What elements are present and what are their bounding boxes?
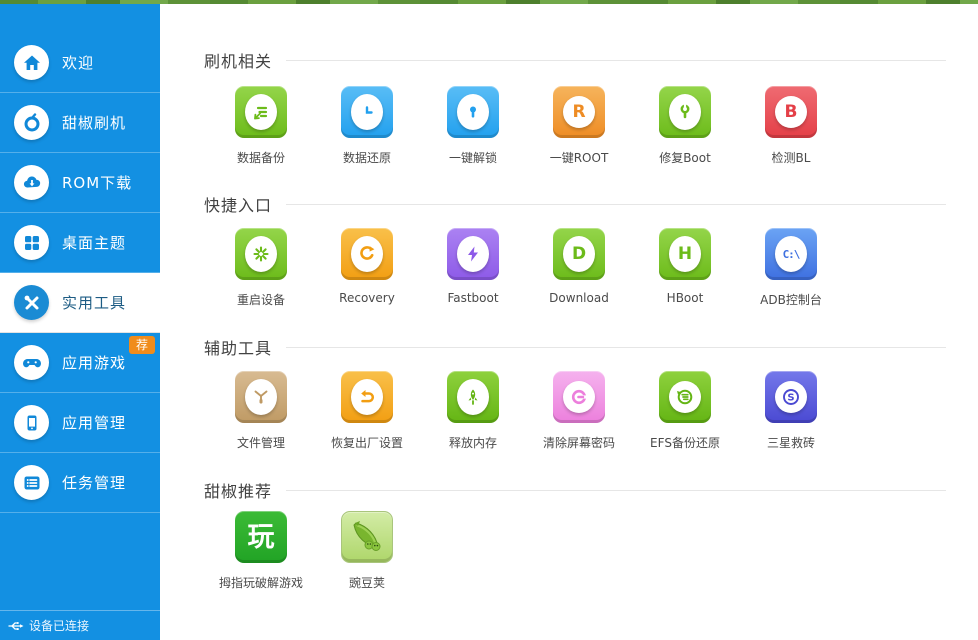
efs-backup-icon bbox=[669, 381, 701, 413]
sidebar-item-flash-tool[interactable]: 甜椒刷机 bbox=[0, 93, 160, 153]
rom-download-icon bbox=[14, 165, 49, 200]
one-key-root-icon: R bbox=[563, 96, 595, 128]
sidebar: 欢迎 甜椒刷机 ROM下载 桌面主题 实用工具 应用游戏 荐 应用管理 任务管理… bbox=[0, 4, 160, 640]
section-divider bbox=[286, 346, 946, 348]
muzhiwan-icon: 玩 bbox=[235, 511, 287, 563]
desktop-theme-icon bbox=[14, 225, 49, 260]
adb-console-icon: C:\ bbox=[775, 236, 807, 272]
recommended-badge: 荐 bbox=[128, 336, 155, 354]
tool-fix-boot[interactable]: 修复Boot bbox=[632, 86, 738, 166]
clear-password-icon bbox=[563, 381, 595, 413]
sidebar-item-label: 欢迎 bbox=[62, 54, 95, 72]
wandoujia-icon bbox=[341, 511, 393, 563]
section-header-quick-entry: 快捷入口 bbox=[204, 192, 946, 216]
sidebar-item-utilities[interactable]: 实用工具 bbox=[0, 273, 160, 333]
fix-boot-icon bbox=[669, 94, 701, 130]
file-manage-icon bbox=[245, 379, 277, 415]
free-memory-icon bbox=[457, 379, 489, 415]
recovery-mode-icon bbox=[351, 236, 383, 272]
tool-adb-console[interactable]: C:\ ADB控制台 bbox=[738, 228, 844, 308]
sidebar-nav: 欢迎 甜椒刷机 ROM下载 桌面主题 实用工具 应用游戏 荐 应用管理 任务管理 bbox=[0, 33, 160, 513]
section-title: 刷机相关 bbox=[204, 52, 273, 71]
utilities-icon bbox=[14, 285, 49, 320]
tool-efs-backup[interactable]: EFS备份还原 bbox=[632, 371, 738, 451]
section-divider bbox=[286, 59, 946, 61]
sidebar-item-desktop-theme[interactable]: 桌面主题 bbox=[0, 213, 160, 273]
app-window: 欢迎 甜椒刷机 ROM下载 桌面主题 实用工具 应用游戏 荐 应用管理 任务管理… bbox=[0, 0, 978, 640]
device-status-bar: 设备已连接 bbox=[0, 610, 160, 640]
check-bl-icon: B bbox=[775, 96, 807, 128]
tool-clear-password[interactable]: 清除屏幕密码 bbox=[526, 371, 632, 451]
hboot-mode-icon: H bbox=[669, 236, 701, 272]
tool-muzhiwan-games[interactable]: 玩 拇指玩破解游戏 bbox=[208, 511, 314, 591]
section-title: 快捷入口 bbox=[204, 196, 273, 215]
download-mode-icon: D bbox=[563, 236, 595, 272]
sidebar-item-label: 应用管理 bbox=[62, 414, 127, 432]
section-header-flash-related: 刷机相关 bbox=[204, 48, 946, 72]
factory-reset-icon bbox=[351, 379, 383, 415]
sidebar-item-games[interactable]: 应用游戏 荐 bbox=[0, 333, 160, 393]
section-divider bbox=[286, 203, 946, 205]
samsung-unbrick-icon: S bbox=[775, 381, 807, 413]
tool-hboot-mode[interactable]: H HBoot bbox=[632, 228, 738, 305]
section-header-recommended: 甜椒推荐 bbox=[204, 478, 946, 502]
tool-data-backup[interactable]: 数据备份 bbox=[208, 86, 314, 166]
task-manage-icon bbox=[14, 465, 49, 500]
tool-check-bl[interactable]: B 检测BL bbox=[738, 86, 844, 166]
tool-wandoujia[interactable]: 豌豆荚 bbox=[314, 511, 420, 591]
section-divider bbox=[286, 489, 946, 491]
sidebar-item-label: ROM下载 bbox=[62, 174, 133, 192]
tool-samsung-unbrick[interactable]: S 三星救砖 bbox=[738, 371, 844, 451]
tool-recovery-mode[interactable]: Recovery bbox=[314, 228, 420, 305]
tool-file-manage[interactable]: 文件管理 bbox=[208, 371, 314, 451]
tool-fastboot-mode[interactable]: Fastboot bbox=[420, 228, 526, 305]
device-status-label: 设备已连接 bbox=[29, 619, 90, 633]
flash-tool-icon bbox=[14, 105, 49, 140]
sidebar-item-label: 任务管理 bbox=[62, 474, 127, 492]
tool-one-key-unlock[interactable]: 一键解锁 bbox=[420, 86, 526, 166]
app-manage-icon bbox=[14, 405, 49, 440]
tool-free-memory[interactable]: 释放内存 bbox=[420, 371, 526, 451]
svg-text:S: S bbox=[787, 393, 794, 404]
sidebar-item-task-manage[interactable]: 任务管理 bbox=[0, 453, 160, 513]
data-backup-icon bbox=[245, 94, 277, 130]
sidebar-item-rom-download[interactable]: ROM下载 bbox=[0, 153, 160, 213]
sidebar-item-label: 应用游戏 bbox=[62, 354, 127, 372]
section-title: 辅助工具 bbox=[204, 339, 273, 358]
main-content: 刷机相关 数据备份 数据还原 一键解锁 R 一键ROOT 修复Boot B 检测… bbox=[160, 4, 978, 640]
home-icon bbox=[14, 45, 49, 80]
sidebar-item-label: 甜椒刷机 bbox=[62, 114, 127, 132]
sidebar-item-label: 实用工具 bbox=[62, 294, 127, 312]
one-key-unlock-icon bbox=[457, 94, 489, 130]
tool-factory-reset[interactable]: 恢复出厂设置 bbox=[314, 371, 420, 451]
usb-icon bbox=[8, 621, 24, 630]
reboot-device-icon bbox=[245, 236, 277, 272]
sidebar-item-welcome[interactable]: 欢迎 bbox=[0, 33, 160, 93]
sidebar-item-app-manage[interactable]: 应用管理 bbox=[0, 393, 160, 453]
data-restore-icon bbox=[351, 94, 383, 130]
tool-reboot-device[interactable]: 重启设备 bbox=[208, 228, 314, 308]
tool-download-mode[interactable]: D Download bbox=[526, 228, 632, 305]
tool-one-key-root[interactable]: R 一键ROOT bbox=[526, 86, 632, 166]
fastboot-mode-icon bbox=[457, 236, 489, 272]
tool-data-restore[interactable]: 数据还原 bbox=[314, 86, 420, 166]
games-icon bbox=[14, 345, 49, 380]
sidebar-item-label: 桌面主题 bbox=[62, 234, 127, 252]
section-header-aux-tools: 辅助工具 bbox=[204, 335, 946, 359]
section-title: 甜椒推荐 bbox=[204, 482, 273, 501]
